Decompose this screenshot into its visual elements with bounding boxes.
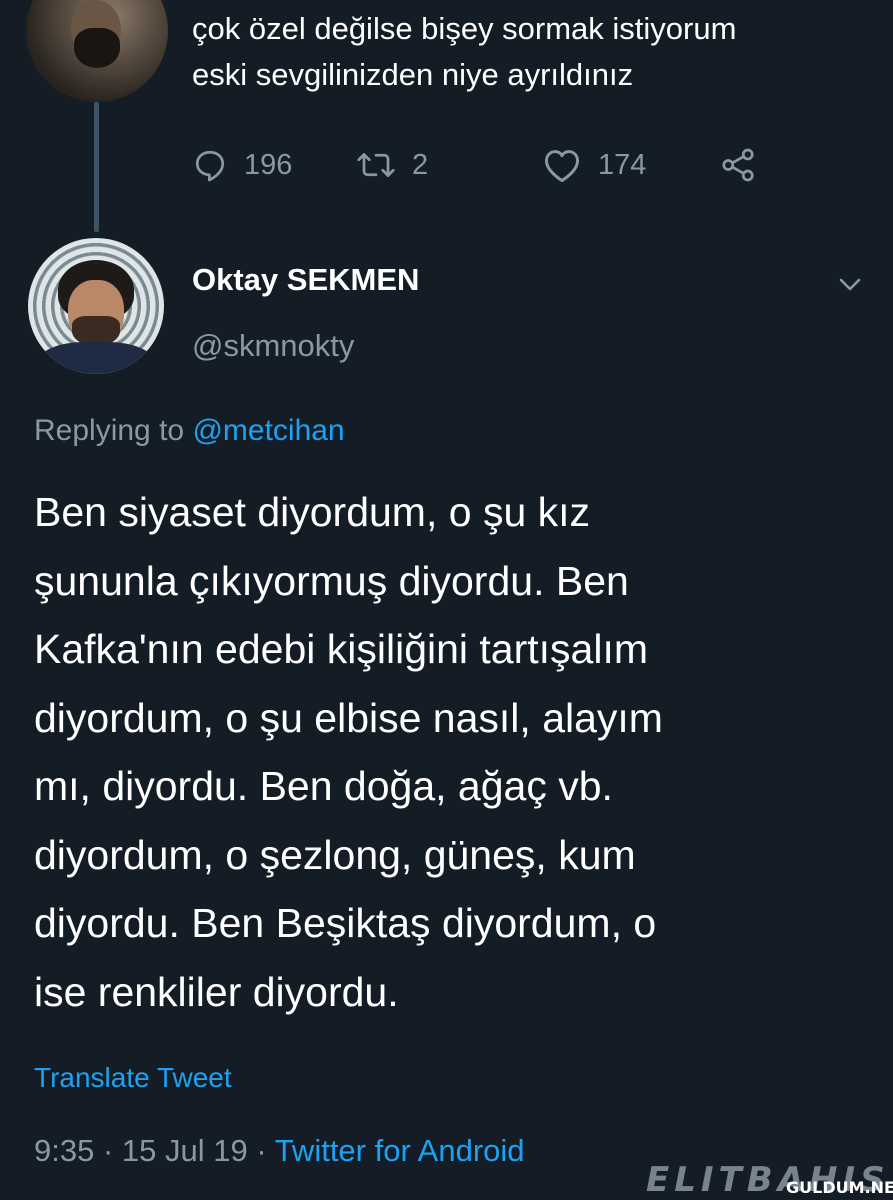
like-count: 174 xyxy=(598,148,647,181)
avatar-shirt xyxy=(38,342,154,374)
replying-to: Replying to @metcihan xyxy=(34,414,345,448)
tweet-body-line: diyordum, o şu elbise nasıl, alayım xyxy=(34,694,663,741)
thread-connector-line xyxy=(94,102,99,232)
tweet-body-line: ise renkliler diyordu. xyxy=(34,968,399,1015)
chevron-down-icon xyxy=(834,278,866,302)
reply-button[interactable]: 196 xyxy=(192,140,292,190)
tweet-body-line: diyordum, o şezlong, güneş, kum xyxy=(34,831,636,878)
translate-tweet-link[interactable]: Translate Tweet xyxy=(34,1062,232,1094)
tweet-body: Ben siyaset diyordum, o şu kız şununla ç… xyxy=(34,478,884,1026)
replying-prefix: Replying to xyxy=(34,414,193,447)
tweet-body-line: şununla çıkıyormuş diyordu. Ben xyxy=(34,557,629,604)
watermark-site: GULDUM.NET xyxy=(786,1178,893,1197)
retweet-arrows-icon xyxy=(356,147,396,183)
speech-bubble-icon xyxy=(192,147,228,183)
parent-tweet-line: çok özel değilse bişey sormak istiyorum xyxy=(192,11,737,46)
author-avatar[interactable] xyxy=(28,238,164,374)
parent-tweet-text: çok özel değilse bişey sormak istiyorum … xyxy=(192,6,882,98)
share-button[interactable] xyxy=(718,140,758,190)
heart-icon xyxy=(542,147,582,183)
author-display-name[interactable]: Oktay SEKMEN xyxy=(192,262,419,298)
retweet-count: 2 xyxy=(412,148,429,181)
reply-count: 196 xyxy=(244,148,293,181)
parent-tweet-line: eski sevgilinizden niye ayrıldınız xyxy=(192,57,634,92)
tweet-body-line: mı, diyordu. Ben doğa, ağaç vb. xyxy=(34,763,613,809)
parent-author-avatar[interactable] xyxy=(26,0,168,102)
tweet-timestamp: 9:35 · 15 Jul 19 · xyxy=(34,1133,275,1168)
replying-mention-link[interactable]: @metcihan xyxy=(192,414,344,447)
tweet-menu-button[interactable] xyxy=(834,270,866,298)
author-handle[interactable]: @skmnokty xyxy=(192,328,354,364)
retweet-button[interactable]: 2 xyxy=(356,140,428,190)
like-button[interactable]: 174 xyxy=(542,140,646,190)
tweet-meta: 9:35 · 15 Jul 19 · Twitter for Android xyxy=(34,1133,525,1169)
tweet-source-link[interactable]: Twitter for Android xyxy=(275,1133,525,1168)
tweet-body-line: Kafka'nın edebi kişiliğini tartışalım xyxy=(34,626,648,672)
avatar-beard xyxy=(74,28,120,68)
share-icon xyxy=(718,147,758,183)
tweet-body-line: Ben siyaset diyordum, o şu kız xyxy=(34,489,591,535)
tweet-body-line: diyordu. Ben Beşiktaş diyordum, o xyxy=(34,900,657,946)
